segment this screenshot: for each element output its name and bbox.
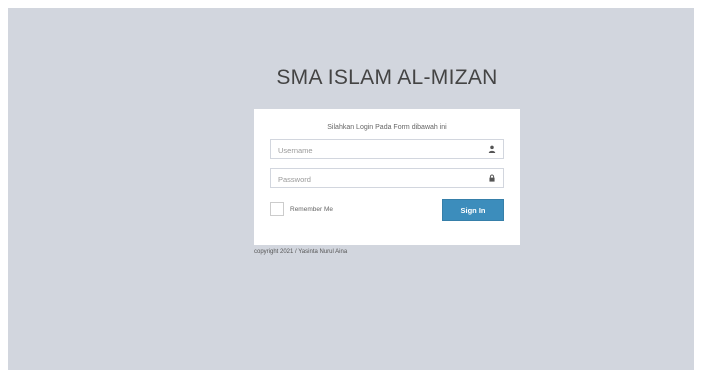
login-actions-row: Remember Me Sign In bbox=[270, 199, 504, 221]
password-input[interactable] bbox=[271, 170, 485, 189]
password-field-wrapper bbox=[270, 168, 504, 189]
lock-icon bbox=[489, 174, 495, 182]
login-box: SMA ISLAM AL-MIZAN Silahkan Login Pada F… bbox=[254, 63, 520, 255]
page-background: SMA ISLAM AL-MIZAN Silahkan Login Pada F… bbox=[8, 8, 694, 370]
copyright-text: copyright 2021 / Yasinta Nurul Aina bbox=[254, 249, 348, 255]
username-field-wrapper bbox=[270, 139, 504, 160]
login-logo: SMA ISLAM AL-MIZAN bbox=[276, 66, 498, 89]
login-message: Silahkan Login Pada Form dibawah ini bbox=[327, 124, 447, 131]
sign-in-button[interactable]: Sign In bbox=[442, 199, 504, 221]
remember-me-checkbox[interactable] bbox=[270, 202, 284, 216]
username-input[interactable] bbox=[271, 141, 485, 160]
remember-me-label: Remember Me bbox=[290, 205, 333, 213]
remember-me[interactable]: Remember Me bbox=[270, 202, 333, 216]
user-icon bbox=[488, 145, 496, 153]
login-card: Silahkan Login Pada Form dibawah ini Use… bbox=[254, 109, 520, 245]
